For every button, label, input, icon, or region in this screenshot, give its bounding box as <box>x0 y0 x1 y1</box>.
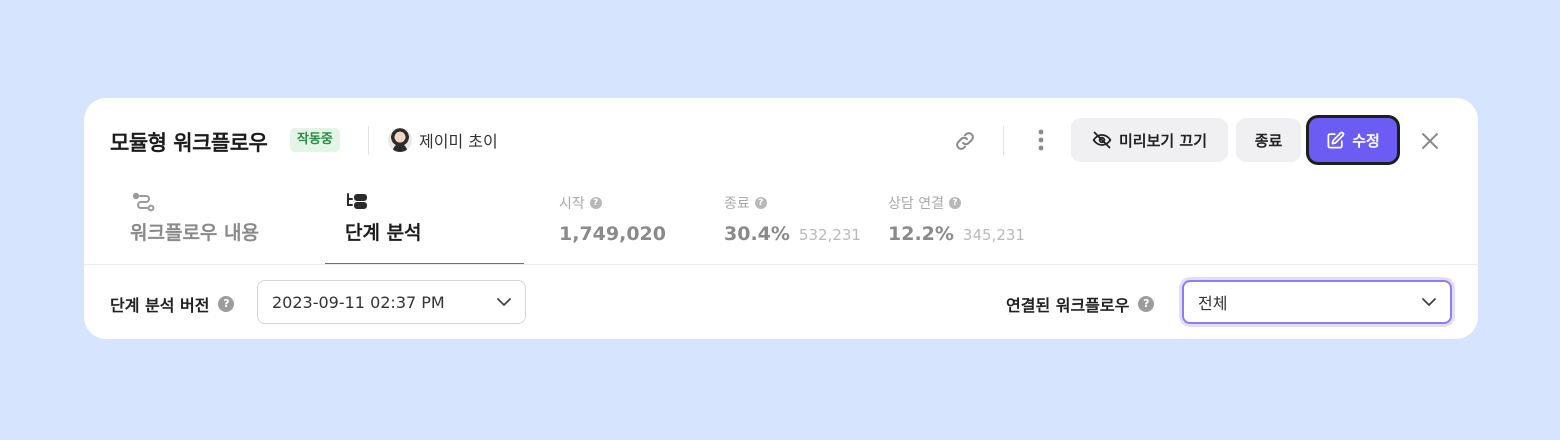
help-icon[interactable]: ? <box>589 197 602 209</box>
stat-label: 종료 <box>724 196 750 212</box>
edit-button[interactable]: 수정 <box>1306 115 1400 165</box>
stat-count: 532,231 <box>798 226 861 244</box>
avatar <box>388 128 412 152</box>
version-label: 단계 분석 버전 <box>110 296 210 315</box>
status-badge: 작동중 <box>290 128 340 152</box>
version-value: 2023-09-11 02:37 PM <box>272 292 445 312</box>
stat-value: 12.2% <box>888 223 954 245</box>
more-vertical-icon <box>1038 129 1044 151</box>
stat-consultation: 상담 연결 ? 12.2% 345,231 <box>888 194 1025 245</box>
stat-end: 종료 ? 30.4% 532,231 <box>724 194 861 245</box>
link-icon <box>956 132 974 150</box>
page-title: 모듈형 워크플로우 <box>110 131 268 155</box>
version-select[interactable]: 2023-09-11 02:37 PM <box>257 280 526 324</box>
more-button[interactable] <box>1026 125 1056 155</box>
preview-off-label: 미리보기 끄기 <box>1118 131 1208 150</box>
end-label: 종료 <box>1254 131 1283 150</box>
close-icon <box>1422 133 1438 149</box>
tab-workflow-content[interactable]: 워크플로우 내용 <box>126 190 326 265</box>
owner[interactable]: 제이미 초이 <box>388 128 498 152</box>
divider <box>1003 126 1004 155</box>
divider <box>84 264 1478 265</box>
help-icon[interactable]: ? <box>218 296 235 312</box>
panel-header: 모듈형 워크플로우 작동중 제이미 초이 미리보기 끄기 종료 수정 <box>84 98 1478 182</box>
workflow-route-icon <box>132 192 155 212</box>
linked-workflow-select[interactable]: 전체 <box>1182 280 1452 324</box>
workflow-panel: 모듈형 워크플로우 작동중 제이미 초이 미리보기 끄기 종료 수정 워크플로우… <box>84 98 1478 339</box>
stat-value: 1,749,020 <box>559 223 666 245</box>
tab-label: 단계 분석 <box>345 222 422 244</box>
linked-value: 전체 <box>1198 294 1228 313</box>
stat-label: 상담 연결 <box>888 196 944 212</box>
eye-off-icon <box>1092 131 1112 149</box>
help-icon[interactable]: ? <box>1138 296 1155 312</box>
close-button[interactable] <box>1415 126 1445 156</box>
help-icon[interactable]: ? <box>948 197 961 209</box>
help-icon[interactable]: ? <box>754 197 767 209</box>
edit-icon <box>1327 131 1345 148</box>
stat-value: 30.4% <box>724 223 790 245</box>
tab-step-analysis[interactable]: 단계 분석 <box>325 190 524 265</box>
stat-label: 시작 <box>559 196 585 212</box>
end-button[interactable]: 종료 <box>1236 118 1301 162</box>
stat-count: 345,231 <box>962 226 1025 244</box>
tab-label: 워크플로우 내용 <box>130 222 259 244</box>
linked-workflow-filter-label: 연결된 워크플로우 ? <box>1006 292 1155 316</box>
chevron-down-icon <box>1422 298 1436 306</box>
chevron-down-icon <box>497 298 511 306</box>
copy-link-button[interactable] <box>950 126 980 156</box>
version-filter-label: 단계 분석 버전 ? <box>110 292 235 316</box>
edit-label: 수정 <box>1352 131 1380 150</box>
owner-name: 제이미 초이 <box>419 132 498 151</box>
preview-off-button[interactable]: 미리보기 끄기 <box>1071 118 1228 162</box>
divider <box>368 126 369 155</box>
stat-start: 시작 ? 1,749,020 <box>559 194 666 245</box>
linked-label: 연결된 워크플로우 <box>1006 296 1130 315</box>
step-tree-icon <box>347 193 367 209</box>
